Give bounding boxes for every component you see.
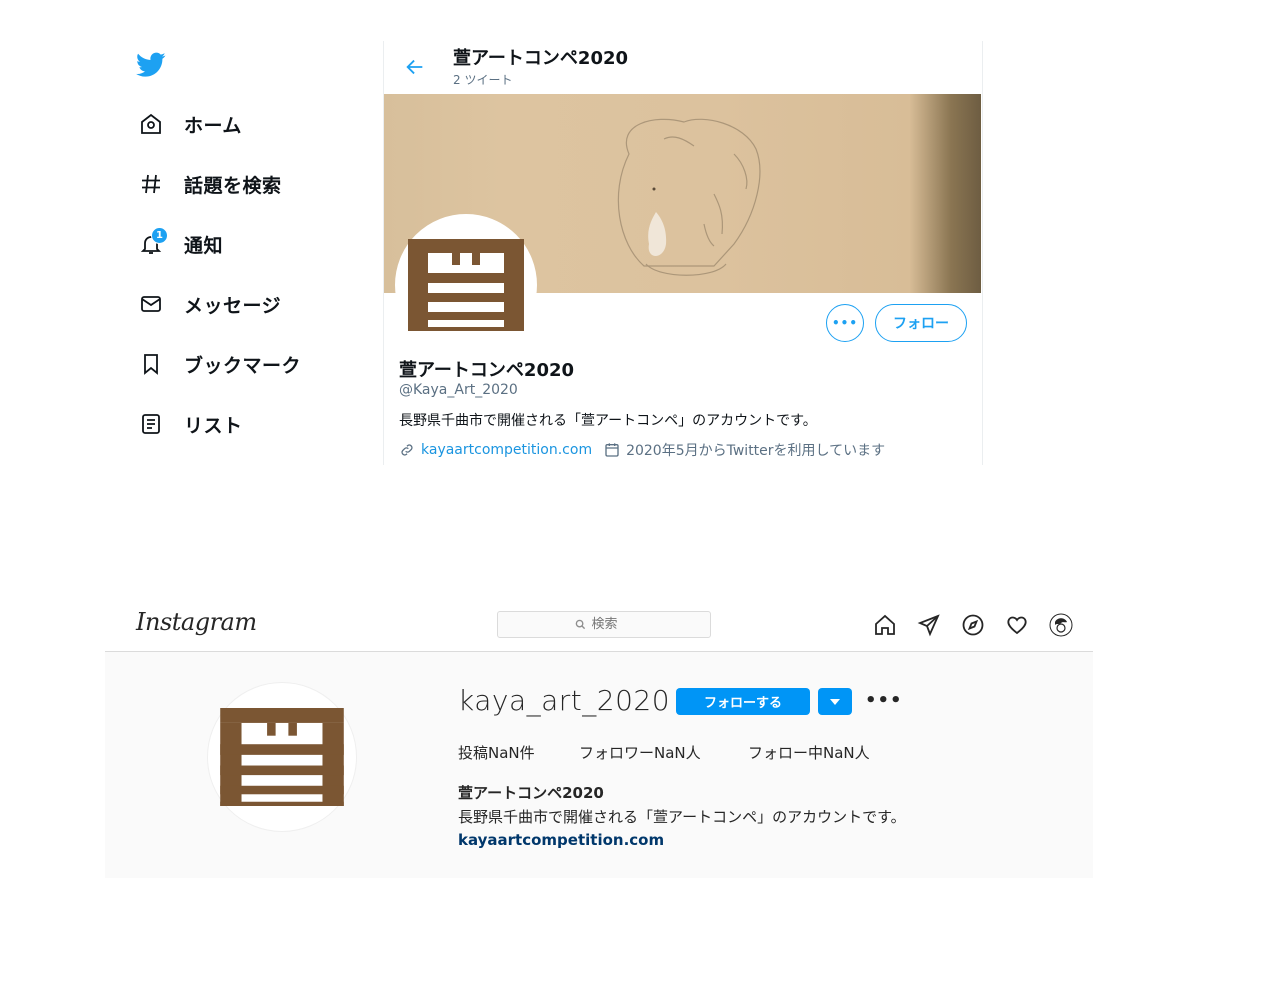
profile-name: 萱アートコンペ2020	[399, 360, 575, 381]
home-icon	[136, 109, 166, 139]
joined-date: 2020年5月からTwitterを利用しています	[626, 443, 886, 459]
profile-full-name: 萱アートコンペ2020	[458, 784, 604, 802]
profile-handle: @Kaya_Art_2020	[399, 382, 518, 398]
nav-item-lists[interactable]: リスト	[136, 408, 243, 440]
tweet-count: 2 ツイート	[453, 73, 513, 87]
nav-label: リスト	[184, 414, 243, 437]
followers-count[interactable]: フォロワーNaN人	[579, 742, 701, 763]
website-link[interactable]: kayaartcompetition.com	[421, 442, 592, 458]
nav-label: 話題を検索	[184, 174, 282, 197]
follow-button[interactable]: フォロー	[875, 304, 967, 342]
nav-item-notifications[interactable]: 1 通知	[136, 227, 224, 260]
suggested-dropdown-button[interactable]	[818, 688, 852, 715]
hashtag-icon	[136, 169, 166, 199]
profile-bio: 長野県千曲市で開催される「萱アートコンペ」のアカウントです。	[399, 413, 817, 429]
nav-label: ホーム	[184, 114, 242, 137]
nav-label: メッセージ	[184, 294, 282, 317]
nav-label: ブックマーク	[184, 354, 302, 377]
search-input[interactable]	[589, 616, 634, 633]
link-icon	[399, 442, 415, 458]
more-options-button[interactable]: •••	[865, 690, 903, 711]
bookmark-icon	[136, 349, 166, 379]
profile-username: kaya_art_2020	[458, 684, 671, 717]
nav-item-messages[interactable]: メッセージ	[136, 288, 281, 320]
nav-item-bookmarks[interactable]: ブックマーク	[136, 348, 301, 380]
website-link[interactable]: kayaartcompetition.com	[458, 831, 664, 849]
back-arrow-icon[interactable]	[404, 56, 426, 78]
instagram-avatar[interactable]	[207, 682, 357, 832]
mail-icon	[136, 289, 166, 319]
notification-badge: 1	[151, 227, 168, 244]
follow-button[interactable]: フォローする	[676, 688, 810, 715]
profile-bio: 長野県千曲市で開催される「萱アートコンペ」のアカウントです。	[458, 808, 906, 826]
following-count[interactable]: フォロー中NaN人	[748, 742, 870, 763]
kaya-logo-icon	[220, 708, 344, 806]
user-avatar-icon[interactable]	[1048, 612, 1074, 638]
explore-compass-icon[interactable]	[960, 612, 986, 638]
caret-down-icon	[830, 698, 840, 705]
twitter-logo-icon[interactable]	[136, 52, 168, 80]
instagram-logo[interactable]: Instagram	[136, 608, 257, 636]
profile-meta: kayaartcompetition.com 2020年5月からTwitterを…	[399, 440, 885, 460]
home-icon[interactable]	[872, 612, 898, 638]
nav-label: 通知	[184, 234, 224, 257]
nav-item-explore[interactable]: 話題を検索	[136, 168, 282, 200]
search-icon	[575, 619, 586, 630]
header-title: 萱アートコンペ2020	[453, 48, 629, 69]
twitter-avatar[interactable]	[395, 214, 537, 356]
kaya-logo-icon	[408, 239, 524, 331]
calendar-icon	[604, 442, 620, 458]
more-options-button[interactable]: •••	[826, 304, 864, 342]
nav-item-home[interactable]: ホーム	[136, 108, 242, 140]
direct-message-icon[interactable]	[916, 612, 942, 638]
heart-icon[interactable]	[1004, 612, 1030, 638]
search-box[interactable]	[497, 611, 711, 638]
posts-count: 投稿NaN件	[458, 744, 535, 762]
bell-icon: 1	[136, 227, 168, 259]
list-icon	[136, 409, 166, 439]
